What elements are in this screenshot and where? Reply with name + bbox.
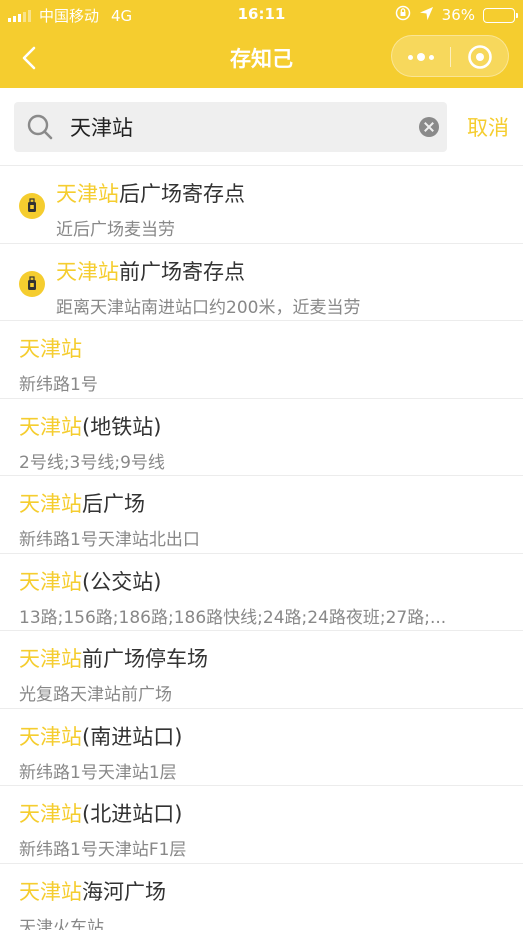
result-title-rest: (北进站口) <box>82 802 183 826</box>
result-title-rest: (公交站) <box>82 569 162 594</box>
result-address: 新纬路1号天津站1层 <box>19 762 177 783</box>
result-address: 新纬路1号天津站北出口 <box>19 530 200 550</box>
result-address: 距离天津站南进站口约200米，近麦当劳 <box>56 297 361 318</box>
app-header: 中国移动 4G 16:11 36% 存知己 <box>0 0 523 88</box>
result-address: 13路;156路;186路;186路快线;24路;24路夜班;27路;... <box>19 607 447 628</box>
result-title: 天津站(北进站口) <box>19 798 182 828</box>
cancel-button[interactable]: 取消 <box>467 112 509 142</box>
result-title: 天津站(南进站口) <box>19 721 182 751</box>
result-title-rest: 后广场寄存点 <box>119 182 245 206</box>
result-address: 2号线;3号线;9号线 <box>19 452 165 473</box>
miniprogram-capsule <box>391 35 509 77</box>
search-input[interactable] <box>70 110 400 144</box>
chevron-left-icon <box>22 46 36 70</box>
result-item[interactable]: 天津站(北进站口) 新纬路1号天津站F1层 <box>0 786 523 864</box>
result-address: 光复路天津站前广场 <box>19 685 172 705</box>
result-title: 天津站(地铁站) <box>19 411 161 441</box>
result-title: 天津站 <box>19 333 82 363</box>
clear-input-button[interactable] <box>419 117 439 137</box>
result-title: 天津站海河广场 <box>19 876 166 906</box>
result-item[interactable]: 天津站(地铁站) 2号线;3号线;9号线 <box>0 398 523 476</box>
result-title-highlight: 天津站 <box>19 802 82 826</box>
result-title: 天津站前广场寄存点 <box>56 256 245 286</box>
rotation-lock-icon <box>395 5 411 25</box>
result-title-highlight: 天津站 <box>19 337 82 361</box>
result-title-highlight: 天津站 <box>19 569 82 594</box>
search-icon <box>27 114 53 140</box>
search-results: 天津站后广场寄存点 近后广场麦当劳 天津站前广场寄存点 距离天津站南进站口约20… <box>0 166 523 930</box>
result-title: 天津站后广场 <box>19 488 145 518</box>
result-item[interactable]: 天津站(南进站口) 新纬路1号天津站1层 <box>0 708 523 786</box>
result-title-rest: 海河广场 <box>82 879 166 904</box>
result-title-rest: 前广场停车场 <box>82 647 208 671</box>
result-address: 新纬路1号天津站F1层 <box>19 840 187 860</box>
result-title-highlight: 天津站 <box>19 414 82 439</box>
result-item[interactable]: 天津站后广场 新纬路1号天津站北出口 <box>0 476 523 554</box>
search-box <box>14 102 447 152</box>
result-address: 近后广场麦当劳 <box>56 220 175 240</box>
search-area: 取消 <box>0 88 523 166</box>
result-title: 天津站前广场停车场 <box>19 643 208 673</box>
result-title-highlight: 天津站 <box>19 492 82 516</box>
result-item[interactable]: 天津站 新纬路1号 <box>0 321 523 399</box>
result-item[interactable]: 天津站(公交站) 13路;156路;186路;186路快线;24路;24路夜班;… <box>0 553 523 631</box>
result-item[interactable]: 天津站海河广场 天津火车站 <box>0 863 523 930</box>
result-title-highlight: 天津站 <box>56 182 119 206</box>
luggage-icon <box>19 270 45 297</box>
result-item[interactable]: 天津站后广场寄存点 近后广场麦当劳 <box>0 166 523 244</box>
battery-percent: 36% <box>441 6 475 24</box>
result-title-highlight: 天津站 <box>19 724 82 749</box>
location-arrow-icon <box>419 6 434 25</box>
luggage-icon <box>19 193 45 219</box>
target-close-icon <box>468 45 492 69</box>
result-item[interactable]: 天津站前广场寄存点 距离天津站南进站口约200米，近麦当劳 <box>0 243 523 321</box>
result-title-highlight: 天津站 <box>19 647 82 671</box>
result-title-rest: 前广场寄存点 <box>119 259 245 284</box>
nav-bar: 存知己 <box>0 30 523 86</box>
battery-icon <box>483 7 518 23</box>
result-title: 天津站后广场寄存点 <box>56 178 245 208</box>
result-item[interactable]: 天津站前广场停车场 光复路天津站前广场 <box>0 631 523 709</box>
close-miniprogram-button[interactable] <box>451 36 509 78</box>
status-bar: 中国移动 4G 16:11 36% <box>0 0 523 30</box>
result-address: 天津火车站 <box>19 917 104 930</box>
result-title-rest: 后广场 <box>82 492 145 516</box>
more-button[interactable] <box>392 36 450 78</box>
result-title-rest: (南进站口) <box>82 724 183 749</box>
back-button[interactable] <box>14 42 46 74</box>
result-title-highlight: 天津站 <box>56 259 119 284</box>
result-title-highlight: 天津站 <box>19 879 82 904</box>
result-address: 新纬路1号 <box>19 375 98 395</box>
result-title: 天津站(公交站) <box>19 566 161 596</box>
result-title-rest: (地铁站) <box>82 414 162 439</box>
